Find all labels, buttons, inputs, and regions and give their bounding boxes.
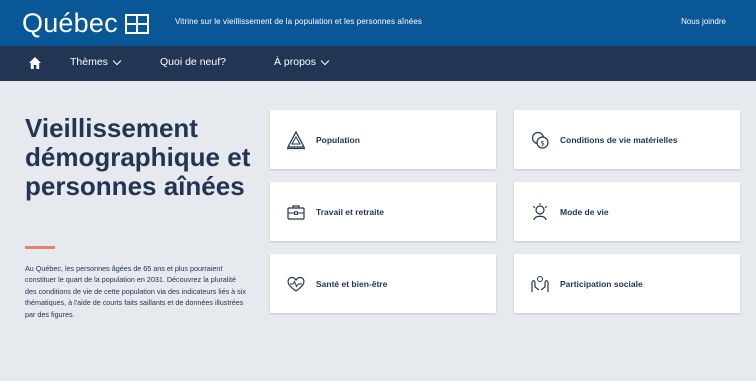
card-population[interactable]: Population — [270, 110, 496, 169]
contact-link[interactable]: Nous joindre — [681, 17, 726, 26]
nav-item-themes[interactable]: Thèmes — [70, 56, 122, 68]
card-social-participation[interactable]: Participation sociale — [514, 254, 740, 313]
fleur-de-lis-flag-icon — [124, 13, 149, 34]
coins-icon: $ — [531, 131, 549, 149]
card-label: Santé et bien-être — [316, 278, 388, 289]
nav-item-whats-new[interactable]: Quoi de neuf? — [160, 56, 226, 68]
main-nav: Thèmes Quoi de neuf? À propos — [0, 46, 756, 81]
card-label: Participation sociale — [560, 278, 643, 289]
intro-paragraph: Au Québec, les personnes âgées de 65 ans… — [25, 264, 246, 319]
card-label: Travail et retraite — [316, 206, 385, 217]
card-material-conditions[interactable]: $ Conditions de vie matérielles — [514, 110, 740, 169]
svg-text:$: $ — [540, 139, 544, 147]
site-title[interactable]: Vitrine sur le vieillissement de la popu… — [175, 17, 422, 26]
population-icon — [286, 130, 306, 149]
card-label: Population — [316, 134, 360, 145]
card-label: Mode de vie — [560, 206, 609, 217]
chevron-down-icon — [320, 56, 330, 65]
title-underline — [25, 246, 55, 249]
nav-item-label: Thèmes — [70, 56, 108, 68]
nav-item-about[interactable]: À propos — [274, 56, 330, 68]
page-title: Vieillissement démographique et personne… — [25, 113, 251, 201]
card-lifestyle[interactable]: Mode de vie — [514, 182, 740, 241]
briefcase-icon — [287, 204, 305, 220]
top-header: Québec Vitrine sur le vieillissement de … — [0, 0, 756, 46]
chevron-down-icon — [112, 56, 122, 65]
lifestyle-icon — [532, 202, 548, 220]
heart-icon — [287, 276, 305, 292]
card-health-wellbeing[interactable]: Santé et bien-être — [270, 254, 496, 313]
card-work-retirement[interactable]: Travail et retraite — [270, 182, 496, 241]
logo-text: Québec — [22, 8, 118, 38]
home-icon[interactable] — [28, 56, 42, 70]
card-label: Conditions de vie matérielles — [560, 134, 678, 145]
nav-item-label: À propos — [274, 56, 317, 68]
quebec-logo[interactable]: Québec — [22, 8, 149, 39]
hands-icon — [531, 275, 549, 292]
nav-item-label: Quoi de neuf? — [160, 56, 226, 68]
